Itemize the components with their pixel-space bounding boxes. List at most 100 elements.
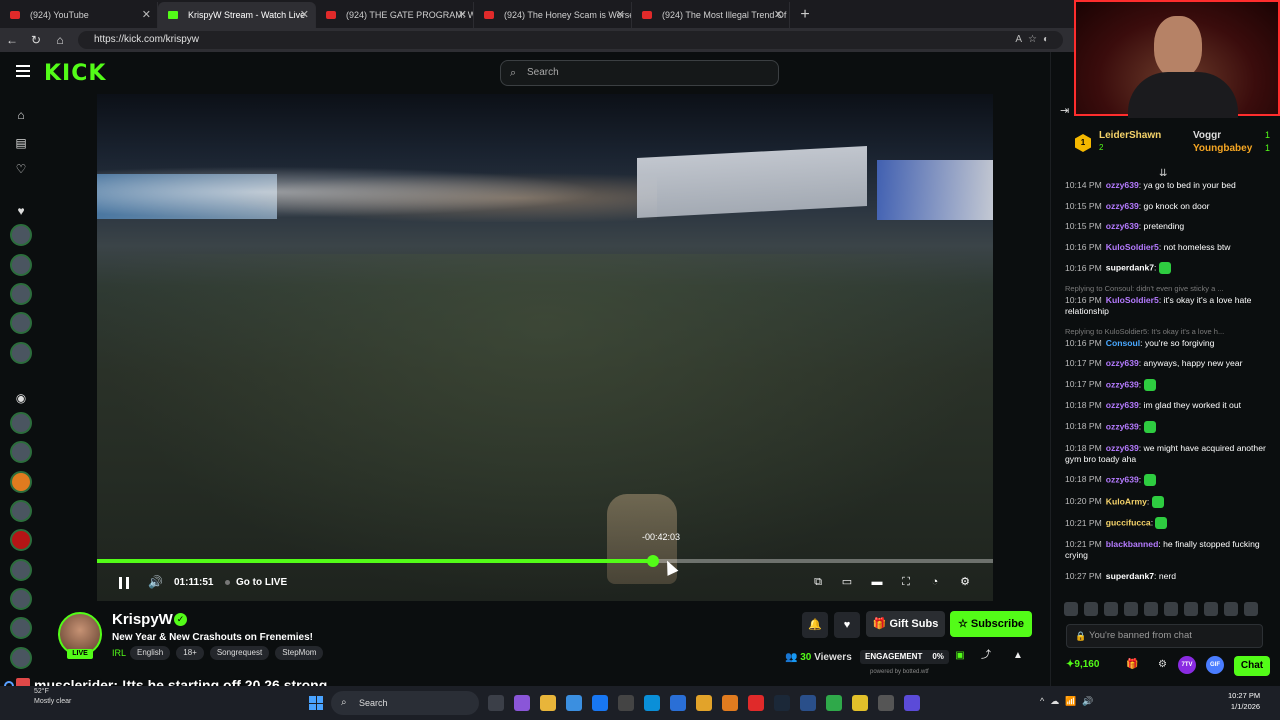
channel-avatar[interactable] (10, 500, 32, 522)
following-icon[interactable]: ♡ (14, 162, 28, 176)
seek-bar[interactable] (97, 555, 993, 567)
xbox-icon[interactable] (826, 695, 842, 711)
channel-avatar[interactable] (10, 342, 32, 364)
url-field[interactable]: https://kick.com/krispyw A☆◐ (78, 31, 1063, 49)
seek-handle[interactable] (646, 555, 659, 567)
channel-avatar[interactable] (10, 441, 32, 463)
chat-username[interactable]: ozzy639 (1106, 180, 1139, 190)
windows-start-icon[interactable] (309, 696, 323, 710)
youtube-icon[interactable] (748, 695, 764, 711)
back-icon[interactable]: ← (0, 33, 24, 47)
tag[interactable]: 18+ (176, 646, 204, 660)
browser-tab-active[interactable]: KrispyW Stream - Watch Live ✕ (158, 2, 316, 28)
emote-icon[interactable] (1164, 602, 1178, 616)
channel-avatar[interactable] (10, 588, 32, 610)
kick-logo[interactable]: KICK (44, 61, 106, 86)
task-view-icon[interactable] (488, 695, 504, 711)
emote-icon[interactable] (1184, 602, 1198, 616)
emote-icon[interactable] (1104, 602, 1118, 616)
channel-points[interactable]: ✦9,160 (1066, 659, 1099, 670)
emote-icon[interactable] (1204, 602, 1218, 616)
app-icon[interactable] (904, 695, 920, 711)
browser-tab[interactable]: (924) The Most Illegal Trend Of 20 ✕ (632, 2, 790, 28)
extension-icon[interactable]: ▣ (954, 650, 966, 662)
go-to-live-button[interactable]: Go to LIVE (225, 577, 287, 588)
fullscreen-icon[interactable]: ⛶ (899, 575, 913, 589)
emote-icon[interactable] (1144, 602, 1158, 616)
notes-icon[interactable] (852, 695, 868, 711)
edge-icon[interactable] (644, 695, 660, 711)
gif-icon[interactable]: GIF (1206, 656, 1224, 674)
home-icon[interactable]: ⌂ (48, 33, 72, 47)
settings-gear-icon[interactable]: ⚙ (958, 575, 972, 589)
video-player[interactable]: -00:42:03 🔊 01:11:51 Go to LIVE ⧉ ▭ ▬ ⛶ … (97, 94, 993, 601)
chrome-icon[interactable] (696, 695, 712, 711)
close-tab-icon[interactable]: ✕ (774, 2, 783, 28)
amazon-icon[interactable] (618, 695, 634, 711)
browser-tab[interactable]: (924) YouTube ✕ (0, 2, 158, 28)
weather-widget[interactable]: 52°F Mostly clear (34, 687, 71, 707)
channel-avatar[interactable] (10, 412, 32, 434)
copilot-icon[interactable] (514, 695, 530, 711)
category-link[interactable]: IRL (112, 648, 126, 658)
channel-avatar[interactable] (10, 647, 32, 669)
collapse-chat-icon[interactable]: ⇥ (1060, 104, 1069, 117)
chat-username[interactable]: ozzy639 (1106, 474, 1139, 484)
chat-username[interactable]: ozzy639 (1106, 358, 1139, 368)
chat-username[interactable]: KuloSoldier5 (1106, 242, 1159, 252)
favorites-icon[interactable]: ♥ (14, 204, 28, 218)
emote-icon[interactable] (1084, 602, 1098, 616)
chat-username[interactable]: ozzy639 (1106, 443, 1139, 453)
channel-avatar[interactable] (10, 224, 32, 246)
live-channels-icon[interactable]: ◉ (14, 391, 28, 405)
streamer-name[interactable]: KrispyW (112, 611, 173, 628)
steam-icon[interactable] (774, 695, 790, 711)
notification-bell-icon[interactable]: 🔔 (802, 612, 828, 638)
channel-avatar[interactable] (10, 254, 32, 276)
menu-icon[interactable] (16, 65, 30, 79)
share-icon[interactable]: ⤴ (980, 650, 992, 662)
chat-username[interactable]: KuloSoldier5 (1106, 295, 1159, 305)
7tv-icon[interactable]: 7TV (1178, 656, 1196, 674)
close-tab-icon[interactable]: ✕ (142, 2, 151, 28)
pinned-toggle-icon[interactable]: ⇊ (1159, 168, 1167, 179)
channel-avatar[interactable] (10, 617, 32, 639)
leaderboard-name[interactable]: Youngbabey (1193, 143, 1252, 154)
report-icon[interactable]: ▲ (1012, 650, 1024, 662)
browser-tab[interactable]: (924) THE GATE PROGRAM: Were✕ (316, 2, 474, 28)
channel-avatar[interactable] (10, 471, 32, 493)
emote-icon[interactable] (1244, 602, 1258, 616)
channel-avatar[interactable] (10, 559, 32, 581)
chat-username[interactable]: ozzy639 (1106, 421, 1139, 431)
browser-tab[interactable]: (924) The Honey Scam is Worse Th✕ (474, 2, 632, 28)
speed-icon[interactable]: ◔ (928, 575, 942, 589)
browse-icon[interactable]: ▤ (14, 136, 28, 150)
facebook-icon[interactable] (592, 695, 608, 711)
gift-icon[interactable]: 🎁 (1126, 659, 1138, 670)
channel-avatar[interactable] (10, 529, 32, 551)
follow-heart-icon[interactable]: ♥ (834, 612, 860, 638)
taskbar-search[interactable]: ⌕ Search (331, 691, 479, 715)
calculator-icon[interactable] (670, 695, 686, 711)
chat-send-button[interactable]: Chat (1234, 656, 1270, 676)
new-tab-button[interactable]: + (790, 2, 820, 28)
browser-toolbar-icons[interactable]: A☆◐ (1015, 31, 1055, 49)
store-icon[interactable] (566, 695, 582, 711)
chat-username[interactable]: ozzy639 (1106, 221, 1139, 231)
subscribe-button[interactable]: ☆ Subscribe (950, 611, 1032, 637)
obs-icon[interactable] (878, 695, 894, 711)
close-tab-icon[interactable]: ✕ (300, 2, 309, 28)
leaderboard-name[interactable]: Voggr (1193, 130, 1221, 141)
chat-username[interactable]: ozzy639 (1106, 379, 1139, 389)
home-icon[interactable]: ⌂ (14, 108, 28, 122)
emote-icon[interactable] (1224, 602, 1238, 616)
emote-icon[interactable] (1064, 602, 1078, 616)
chat-settings-icon[interactable]: ⚙ (1158, 659, 1167, 670)
tag[interactable]: English (130, 646, 171, 660)
close-tab-icon[interactable]: ✕ (458, 2, 467, 28)
leaderboard-name[interactable]: LeiderShawn (1099, 130, 1161, 141)
chat-username[interactable]: guccifucca (1106, 518, 1151, 528)
gift-subs-button[interactable]: 🎁 Gift Subs (866, 611, 945, 637)
clip-icon[interactable]: ▭ (840, 575, 854, 589)
chat-username[interactable]: KuloArmy (1106, 496, 1147, 506)
